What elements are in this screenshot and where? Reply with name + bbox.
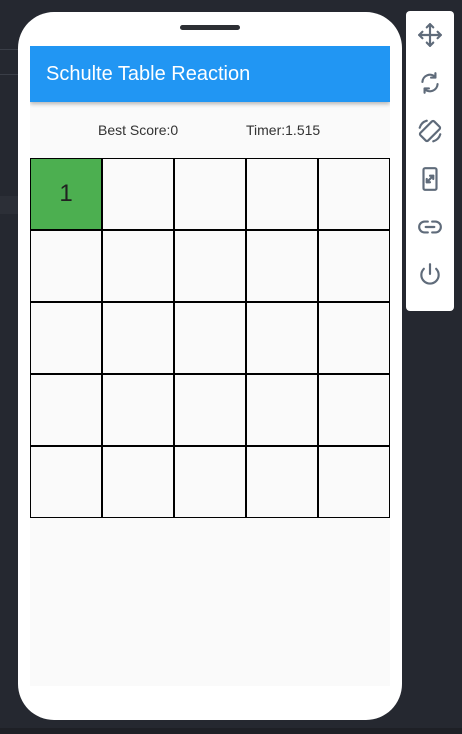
grid-cell[interactable] [102,230,174,302]
grid-cell[interactable] [174,230,246,302]
grid-cell[interactable] [246,230,318,302]
app-screen: Schulte Table Reaction Best Score:0 Time… [30,46,390,686]
grid-cell[interactable] [246,446,318,518]
grid-cell[interactable] [318,446,390,518]
grid-cell[interactable] [174,374,246,446]
best-score-label: Best Score:0 [98,122,179,138]
grid-cell[interactable] [246,302,318,374]
app-bar: Schulte Table Reaction [30,46,390,102]
grid-cell[interactable] [174,446,246,518]
app-title: Schulte Table Reaction [46,63,251,85]
emulator-toolbar [406,11,454,311]
link-button[interactable] [414,211,446,243]
screen-rotation-button[interactable] [414,115,446,147]
grid-cell[interactable]: 1 [30,158,102,230]
power-button[interactable] [414,259,446,291]
grid-cell[interactable] [30,230,102,302]
screen-rotation-icon [418,119,442,143]
grid-cell[interactable] [102,158,174,230]
grid-cell[interactable] [318,302,390,374]
grid-cell[interactable] [102,446,174,518]
grid-cell[interactable] [102,302,174,374]
grid-cell[interactable] [318,374,390,446]
rotate-icon [421,72,439,94]
ide-divider [0,49,18,50]
move-icon [418,23,442,47]
grid-cell[interactable] [174,302,246,374]
grid-cell[interactable] [30,302,102,374]
grid-cell[interactable] [30,374,102,446]
rotate-button[interactable] [414,67,446,99]
phone-speaker [180,25,240,30]
grid-cell[interactable] [318,158,390,230]
ide-selected-row [0,196,18,214]
power-icon [420,263,440,285]
ide-divider [0,74,18,75]
link-icon [418,220,442,234]
grid-cell[interactable] [174,158,246,230]
timer-label: Timer:1.515 [246,122,321,138]
resize-button[interactable] [414,163,446,195]
grid-cell[interactable] [246,374,318,446]
schulte-grid: 1 [30,158,390,518]
resize-icon [422,167,438,191]
grid-cell[interactable] [318,230,390,302]
grid-cell[interactable] [246,158,318,230]
ide-status-bar [0,728,462,734]
phone-frame: Schulte Table Reaction Best Score:0 Time… [18,12,402,720]
grid-cell[interactable] [102,374,174,446]
move-button[interactable] [414,19,446,51]
grid-cell[interactable] [30,446,102,518]
